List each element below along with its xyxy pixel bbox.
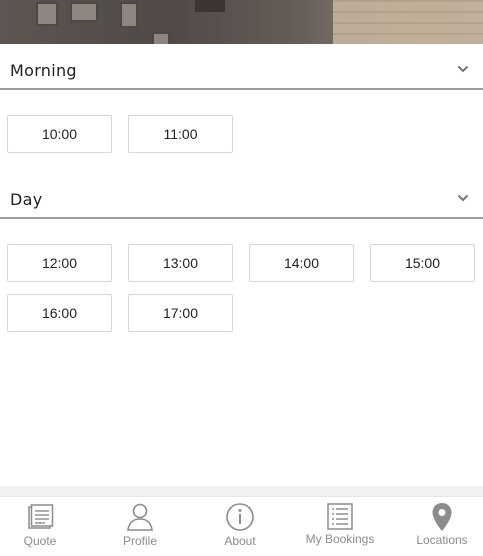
section-title: Morning	[10, 61, 77, 80]
tab-label: Locations	[416, 533, 468, 547]
tab-about[interactable]: About	[192, 497, 288, 556]
section-title: Day	[10, 190, 43, 209]
person-icon	[127, 503, 153, 531]
time-slot-button[interactable]: 14:00	[249, 244, 354, 282]
tab-profile[interactable]: Profile	[92, 497, 188, 556]
time-slot-button[interactable]: 12:00	[7, 244, 112, 282]
time-slot-button[interactable]: 16:00	[7, 294, 112, 332]
content-bottom-divider	[0, 486, 483, 496]
tab-label: About	[224, 534, 256, 548]
time-slot-button[interactable]: 10:00	[7, 115, 112, 153]
tab-my-bookings[interactable]: My Bookings	[292, 497, 388, 556]
tab-label: Quote	[23, 534, 57, 548]
tab-locations[interactable]: Locations	[394, 497, 483, 556]
time-slot-button[interactable]: 17:00	[128, 294, 233, 332]
time-slot-button[interactable]: 11:00	[128, 115, 233, 153]
quote-document-icon	[28, 504, 54, 529]
list-icon	[327, 503, 353, 530]
booking-screen: Morning 10:00 11:00 Day 12:00 13:00 14:0…	[0, 0, 483, 556]
info-circle-icon	[226, 503, 254, 531]
tab-label: My Bookings	[305, 532, 375, 546]
header-photo	[0, 0, 483, 44]
time-slot-button[interactable]: 15:00	[370, 244, 475, 282]
section-header-day[interactable]: Day	[0, 175, 483, 219]
time-slot-button[interactable]: 13:00	[128, 244, 233, 282]
chevron-down-icon	[457, 194, 469, 202]
chevron-down-icon	[457, 65, 469, 73]
tab-label: Profile	[122, 534, 157, 548]
bottom-tab-bar: Quote Profile About My Bookings Location…	[0, 496, 483, 556]
map-pin-icon	[432, 503, 452, 531]
tab-quote[interactable]: Quote	[0, 497, 88, 556]
section-header-morning[interactable]: Morning	[0, 46, 483, 90]
